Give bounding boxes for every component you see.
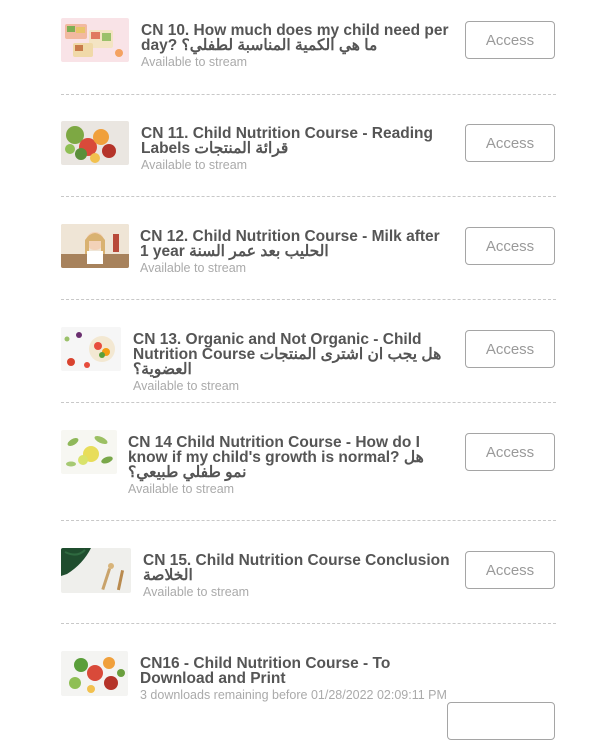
lesson-status: Available to stream xyxy=(128,482,235,496)
lemons-thumbnail[interactable] xyxy=(61,430,117,474)
fruit-bowl-thumbnail[interactable] xyxy=(61,327,121,371)
salad-thumbnail[interactable] xyxy=(61,651,128,696)
lesson-status: Available to stream xyxy=(143,585,250,599)
girl-kitchen-thumbnail[interactable] xyxy=(61,224,129,268)
download-status: 3 downloads remaining before 01/28/2022 … xyxy=(140,688,447,702)
lesson-title[interactable]: CN 13. Organic and Not Organic - Child N… xyxy=(133,332,453,378)
row-divider xyxy=(61,94,556,95)
row-divider xyxy=(61,402,556,403)
row-divider xyxy=(61,196,556,197)
lesson-status: Available to stream xyxy=(141,55,248,69)
lesson-title[interactable]: CN 15. Child Nutrition Course Conclusion… xyxy=(143,553,453,584)
lesson-status: Available to stream xyxy=(141,158,248,172)
lesson-title[interactable]: CN 12. Child Nutrition Course - Milk aft… xyxy=(140,229,450,260)
lesson-status: Available to stream xyxy=(140,261,247,275)
lesson-title[interactable]: CN 11. Child Nutrition Course - Reading … xyxy=(141,126,451,157)
access-button[interactable]: Access xyxy=(465,21,555,59)
row-divider xyxy=(61,623,556,624)
row-divider xyxy=(61,520,556,521)
access-button[interactable]: Access xyxy=(465,227,555,265)
food-bowls-thumbnail[interactable] xyxy=(61,18,129,62)
lesson-status: Available to stream xyxy=(133,379,240,393)
access-button[interactable]: Access xyxy=(465,124,555,162)
leaf-thumbnail[interactable] xyxy=(61,548,131,593)
download-button[interactable] xyxy=(447,702,555,740)
access-button[interactable]: Access xyxy=(465,551,555,589)
lesson-title[interactable]: CN16 - Child Nutrition Course - To Downl… xyxy=(140,656,465,687)
access-button[interactable]: Access xyxy=(465,433,555,471)
lesson-title[interactable]: CN 14 Child Nutrition Course - How do I … xyxy=(128,435,448,481)
access-button[interactable]: Access xyxy=(465,330,555,368)
lesson-title[interactable]: CN 10. How much does my child need per d… xyxy=(141,23,451,54)
row-divider xyxy=(61,299,556,300)
vegetables-thumbnail[interactable] xyxy=(61,121,129,165)
